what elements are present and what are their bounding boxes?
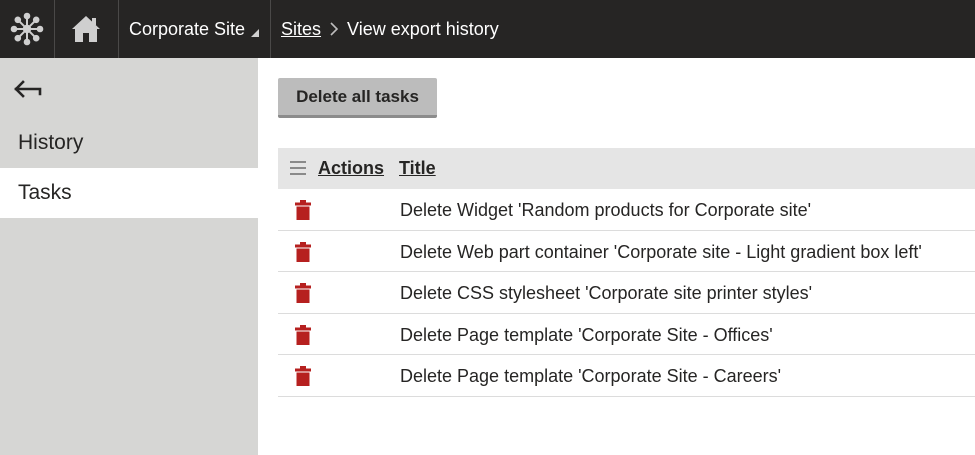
table-row: Delete CSS stylesheet 'Corporate site pr… (278, 272, 975, 314)
back-arrow-icon[interactable] (14, 78, 44, 100)
top-header: Corporate Site Sites View export history (0, 0, 975, 58)
row-title: Delete Web part container 'Corporate sit… (400, 241, 922, 262)
row-title: Delete Widget 'Random products for Corpo… (400, 200, 812, 220)
sidebar-item-history[interactable]: History (0, 118, 258, 168)
header-divider (270, 0, 271, 58)
sidebar-item-label: Tasks (18, 181, 72, 204)
site-selector[interactable]: Corporate Site (119, 0, 270, 58)
trash-icon[interactable] (295, 200, 311, 220)
caret-down-icon (251, 29, 260, 37)
breadcrumb-current: View export history (347, 18, 499, 39)
tasks-table: Actions Title Delete Widget 'Random prod… (278, 148, 975, 397)
menu-icon[interactable] (290, 161, 306, 175)
row-title: Delete CSS stylesheet 'Corporate site pr… (400, 283, 813, 304)
table-row: Delete Web part container 'Corporate sit… (278, 231, 975, 273)
trash-icon[interactable] (295, 366, 311, 387)
trash-icon[interactable] (295, 324, 311, 345)
home-icon (72, 16, 100, 42)
row-title: Delete Page template 'Corporate Site - O… (400, 324, 773, 345)
breadcrumb-link-sites[interactable]: Sites (281, 19, 321, 40)
breadcrumb: Sites View export history (281, 0, 499, 58)
row-title: Delete Page template 'Corporate Site - C… (400, 366, 782, 387)
sidebar-item-label: History (18, 131, 84, 154)
trash-icon[interactable] (295, 283, 311, 304)
table-row: Delete Page template 'Corporate Site - C… (278, 355, 975, 397)
table-row: Delete Widget 'Random products for Corpo… (278, 189, 975, 231)
sidebar-item-tasks[interactable]: Tasks (0, 168, 258, 218)
home-button[interactable] (54, 0, 118, 58)
trash-icon[interactable] (295, 241, 311, 262)
table-row: Delete Page template 'Corporate Site - O… (278, 314, 975, 356)
chevron-right-icon (329, 22, 339, 36)
column-header-actions[interactable]: Actions (318, 158, 384, 179)
delete-all-tasks-button[interactable]: Delete all tasks (278, 78, 437, 118)
kentico-logo-icon (10, 12, 44, 46)
logo-button[interactable] (0, 0, 54, 58)
main-content: Delete all tasks Actions Title Delete Wi… (258, 58, 975, 455)
site-selector-label: Corporate Site (129, 18, 246, 39)
table-header: Actions Title (278, 148, 975, 189)
column-header-title[interactable]: Title (399, 158, 436, 179)
sidebar: History Tasks (0, 58, 258, 455)
